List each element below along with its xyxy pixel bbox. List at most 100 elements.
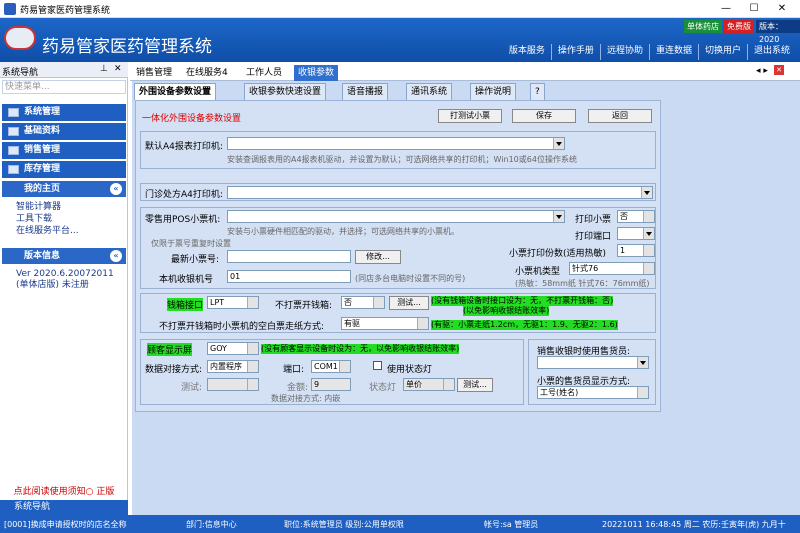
version-sub: (单体店版) 未注册 xyxy=(16,280,89,290)
pos-printer-select[interactable] xyxy=(227,210,565,223)
display-test-button[interactable]: 测试... xyxy=(457,378,493,392)
sidebar-footer[interactable]: 系统导航 xyxy=(0,500,128,515)
print-port-label: 打印端口 xyxy=(575,232,612,242)
limit-title: 仅限于票号重复时设置 xyxy=(151,239,231,248)
sidebar-item-basic[interactable]: 基础资料 xyxy=(2,123,126,140)
maximize-button[interactable]: ☐ xyxy=(740,2,768,16)
tab-quick-settings[interactable]: 收银参数快速设置 xyxy=(244,83,327,100)
type-hint: (热敏：58mm纸 针式76：76mm纸) xyxy=(515,279,650,288)
print-ticket-select[interactable]: 否 xyxy=(617,210,655,223)
sidebar-item-sales[interactable]: 销售管理 xyxy=(2,142,126,159)
back-button[interactable]: 返回 xyxy=(588,109,652,123)
tab-online[interactable]: 在线服务4 xyxy=(182,65,232,81)
window-title: 药易管家医药管理系统 xyxy=(20,6,111,16)
collapse-icon[interactable]: « xyxy=(110,250,122,262)
nodrawer-label: 不打票开钱箱: xyxy=(275,301,333,311)
close-icon[interactable]: ✕ xyxy=(114,64,122,74)
type-select[interactable]: 针式76 xyxy=(569,262,655,275)
nodrawer-select[interactable]: 否 xyxy=(341,296,385,309)
port-label: 端口: xyxy=(283,365,305,375)
peripheral-form: 一体化外围设备参数设置 打测试小票 保存 返回 默认A4报表打印机: 安装查调报… xyxy=(135,100,661,412)
status-datetime: 20221011 16:48:45 周二 农历:壬寅年(虎) 九月十 xyxy=(602,520,786,529)
lamp-select[interactable]: 单价 xyxy=(403,378,455,391)
quick-menu-search[interactable]: 快速菜单... xyxy=(2,80,126,94)
sidebar-item-label: 库存管理 xyxy=(24,164,61,174)
cash-drawer-group: 钱箱接口 LPT 不打票开钱箱: 否 测试... (没有钱箱设备时接口设为：无，… xyxy=(140,293,656,333)
drawer-note2: (以免影响收银结账效率) xyxy=(463,306,550,316)
disp-note: (没有顾客显示设备时设为：无，以免影响收银结账效率) xyxy=(261,344,460,354)
tab-cashier-params[interactable]: 收银参数 xyxy=(294,65,339,81)
proto-label: 数据对接方式: xyxy=(145,365,203,375)
cashier-group: 销售收银时使用售货员: 小票的售货员显示方式: 工号(姓名) xyxy=(528,339,656,405)
version-info-header[interactable]: 版本信息 « xyxy=(2,248,126,264)
test-select[interactable] xyxy=(207,378,259,391)
customer-display-group: 顾客显示屏 GOY (没有顾客显示设备时设为：无，以免影响收银结账效率) 数据对… xyxy=(140,339,524,405)
status-bar: [0001]换成申请授权时的店名全称 部门:信息中心 职位:系统管理员 级别:公… xyxy=(0,515,800,533)
grid-icon xyxy=(8,108,19,117)
a4-printer-group: 默认A4报表打印机: 安装查调报表用的A4报表机驱动，并设置为默认；可选网络共享… xyxy=(140,131,656,169)
print-port-select[interactable] xyxy=(617,227,655,240)
cashier-mode-select[interactable]: 工号(姓名) xyxy=(537,386,649,399)
link-tools[interactable]: 工具下载 xyxy=(16,214,52,225)
feed-select[interactable]: 有驱 xyxy=(341,317,429,330)
tab-voice[interactable]: 语音播报 xyxy=(342,83,389,100)
machine-label: 本机收银机号 xyxy=(159,275,214,285)
sidebar-item-system[interactable]: 系统管理 xyxy=(2,104,126,121)
copies-label: 小票打印份数(适用热敏) xyxy=(509,249,607,259)
tab-staff[interactable]: 工作人员 xyxy=(242,65,286,81)
tab-scroll-icon[interactable]: ◂ ▸ xyxy=(756,66,768,76)
disp-select[interactable]: GOY xyxy=(207,342,259,355)
proto-select[interactable]: 内置程序 xyxy=(207,360,259,373)
drawer-select[interactable]: LPT xyxy=(207,296,259,309)
amount-input[interactable]: 9 xyxy=(311,378,351,391)
link-switch-user[interactable]: 切换用户 xyxy=(697,44,747,60)
modify-button[interactable]: 修改... xyxy=(355,250,401,264)
machine-hint: (同店多台电脑时设置不同的号) xyxy=(355,274,466,283)
clinic-label: 门诊处方A4打印机: xyxy=(145,190,223,200)
pin-icon[interactable]: ⊥ xyxy=(100,64,108,74)
save-button[interactable]: 保存 xyxy=(512,109,576,123)
tab-question[interactable]: ? xyxy=(530,83,545,100)
my-home-header[interactable]: 我的主页 « xyxy=(2,181,126,197)
tab-peripheral[interactable]: 外围设备参数设置 xyxy=(134,83,217,100)
link-remote[interactable]: 远程协助 xyxy=(599,44,649,60)
tab-comm[interactable]: 通讯系统 xyxy=(406,83,453,100)
app-header: 药易管家医药管理系统 单体药店 免费版 版本：2020 版本服务 操作手册 远程… xyxy=(0,18,800,62)
tab-help[interactable]: 操作说明 xyxy=(470,83,517,100)
section-title: 一体化外围设备参数设置 xyxy=(142,114,242,124)
usage-notice-link[interactable]: 点此阅读使用须知○ 正版 xyxy=(0,484,128,497)
link-reconnect[interactable]: 重连数据 xyxy=(648,44,698,60)
close-button[interactable]: ✕ xyxy=(768,2,796,16)
link-online[interactable]: 在线服务平台... xyxy=(16,226,79,237)
sidebar-title: 系统导航 xyxy=(2,68,39,78)
store-badge: 单体药店 xyxy=(684,20,722,33)
drawer-test-button[interactable]: 测试... xyxy=(389,296,429,310)
close-tab-icon[interactable]: ✕ xyxy=(774,65,784,75)
collapse-icon[interactable]: « xyxy=(110,183,122,195)
grid-icon xyxy=(8,127,19,136)
print-test-button[interactable]: 打测试小票 xyxy=(438,109,502,123)
sidebar-item-inventory[interactable]: 库存管理 xyxy=(2,161,126,178)
machine-input[interactable]: 01 xyxy=(227,270,351,283)
cashier-select[interactable] xyxy=(537,356,649,369)
latest-label: 最新小票号: xyxy=(171,255,220,265)
status-lamp-checkbox[interactable] xyxy=(373,361,382,370)
a4-printer-select[interactable] xyxy=(227,137,565,150)
link-manual[interactable]: 操作手册 xyxy=(550,44,600,60)
link-calculator[interactable]: 智能计算器 xyxy=(16,202,61,213)
latest-ticket-input[interactable] xyxy=(227,250,351,263)
tab-sales[interactable]: 销售管理 xyxy=(132,65,176,81)
feed-label: 不打票开钱箱时小票机的空白票走纸方式: xyxy=(159,322,325,332)
link-version-service[interactable]: 版本服务 xyxy=(503,44,551,60)
minimize-button[interactable]: — xyxy=(712,2,740,16)
port-select[interactable]: COM1 xyxy=(311,360,351,373)
clinic-printer-select[interactable] xyxy=(227,186,653,199)
status-dept: 部门:信息中心 xyxy=(186,520,237,529)
link-exit[interactable]: 退出系统 xyxy=(746,44,796,60)
app-logo xyxy=(4,26,36,50)
dropdown-icon xyxy=(640,361,646,365)
top-links: 版本服务 操作手册 远程协助 重连数据 切换用户 退出系统 xyxy=(503,44,796,60)
lamp-label: 状态灯 xyxy=(369,383,397,393)
copies-select[interactable]: 1 xyxy=(617,244,655,257)
main-tabs: 销售管理 在线服务4 工作人员 收银参数 ◂ ▸ ✕ xyxy=(130,63,800,81)
